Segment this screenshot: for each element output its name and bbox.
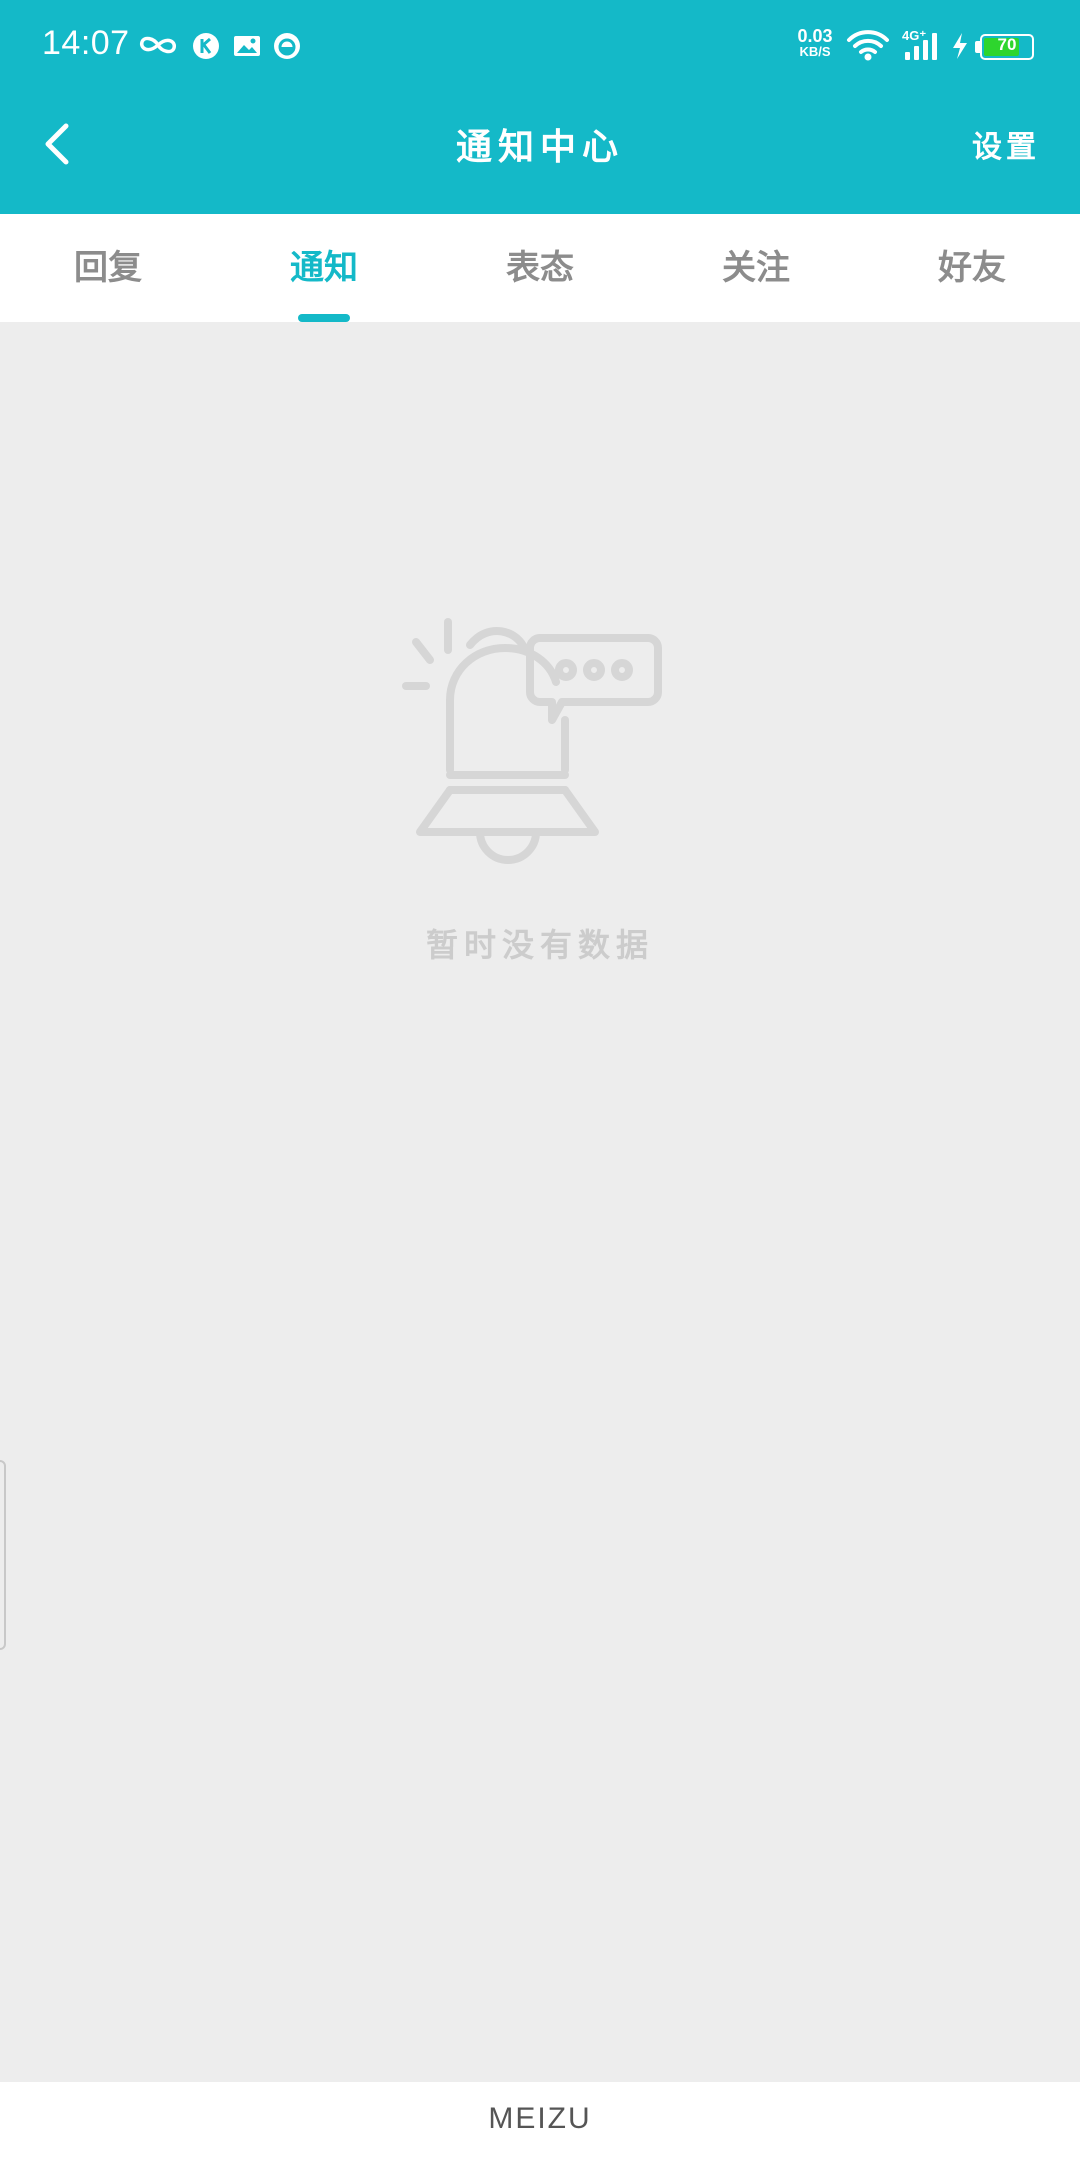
signal-icon [905, 33, 937, 60]
k-app-icon [193, 33, 219, 59]
status-time: 14:07 [42, 24, 130, 62]
brand-logo: MEIZU [488, 2102, 592, 2135]
edge-drawer-handle[interactable] [0, 1460, 6, 1650]
tab-label: 通知 [290, 248, 358, 288]
app-header: 14:07 0.03 KB/S 4G⁺ 70 通知中心 设置 [0, 0, 1080, 214]
net-speed-value: 0.03 [797, 26, 833, 46]
tab-label: 回复 [74, 248, 142, 288]
tab-label: 好友 [938, 248, 1006, 288]
page-title: 通知中心 [455, 126, 624, 168]
empty-message: 暂时没有数据 [425, 926, 654, 964]
drop-app-icon [274, 33, 300, 59]
gallery-icon [234, 36, 260, 56]
tab-bar: 回复 通知 表态 关注 好友 [0, 214, 1080, 322]
battery-icon: 70 [980, 34, 1034, 60]
status-bar: 14:07 0.03 KB/S 4G⁺ 70 [0, 0, 1080, 92]
tab-notifications[interactable]: 通知 [216, 214, 432, 322]
net-speed-unit: KB/S [799, 44, 831, 59]
tab-reply[interactable]: 回复 [0, 214, 216, 322]
settings-button[interactable]: 设置 [972, 122, 1040, 166]
battery-percent: 70 [997, 35, 1017, 54]
tab-label: 关注 [722, 248, 790, 288]
bell-notification-icon [402, 618, 662, 864]
bottom-bar: MEIZU [0, 2082, 1080, 2160]
net-speed: 0.03 KB/S [790, 26, 840, 60]
tab-following[interactable]: 关注 [648, 214, 864, 322]
wifi-icon [847, 30, 889, 61]
tab-label: 表态 [506, 248, 574, 288]
tab-friends[interactable]: 好友 [864, 214, 1080, 322]
charging-icon [953, 33, 967, 59]
empty-state: 暂时没有数据 [0, 600, 1080, 966]
infinity-icon [139, 36, 177, 54]
nav-bar: 通知中心 设置 [0, 92, 1080, 214]
active-tab-indicator [298, 314, 350, 322]
tab-reactions[interactable]: 表态 [432, 214, 648, 322]
